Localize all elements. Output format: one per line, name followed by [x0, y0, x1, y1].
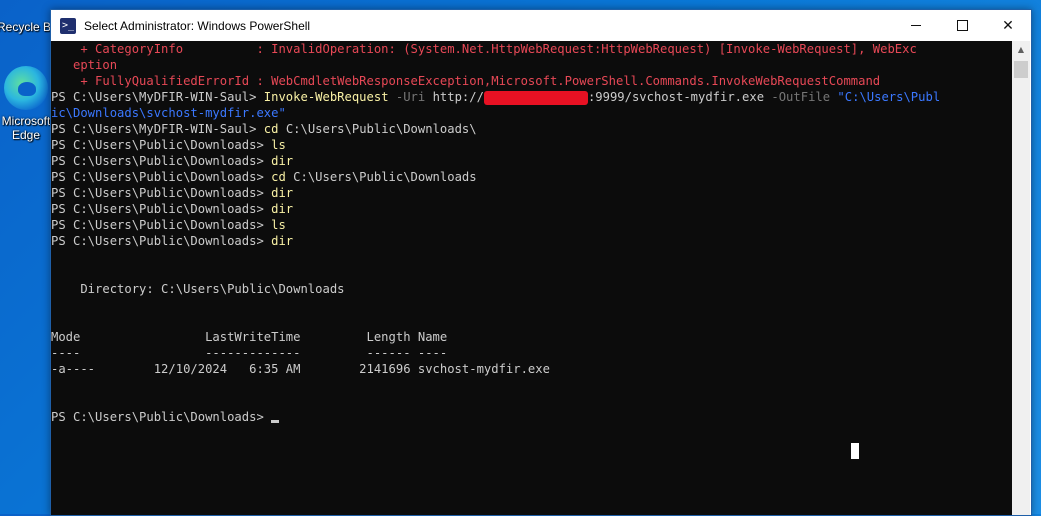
maximize-button[interactable] — [939, 10, 985, 41]
mouse-text-cursor — [851, 443, 859, 459]
command: dir — [271, 234, 294, 248]
prompt: PS C:\Users\MyDFIR-WIN-Saul> — [51, 90, 264, 104]
powershell-icon: >_ — [60, 17, 76, 34]
argument: C:\Users\Public\Downloads — [285, 170, 477, 184]
window-title: Select Administrator: Windows PowerShell — [84, 18, 311, 33]
command: ls — [271, 218, 286, 232]
console-line: + CategoryInfo : InvalidOperation: (Syst… — [51, 42, 917, 56]
console-line: PS C:\Users\Public\Downloads> ls — [51, 137, 1012, 153]
edge-label: Microsoft Edge — [1, 114, 51, 142]
prompt: PS C:\Users\Public\Downloads> — [51, 186, 272, 200]
command: Invoke-WebRequest — [263, 90, 389, 104]
prompt: PS C:\Users\Public\Downloads> — [51, 218, 272, 232]
prompt: PS C:\Users\Public\Downloads> — [51, 170, 272, 184]
redaction-mark — [483, 90, 588, 105]
console-line: PS C:\Users\Public\Downloads> dir — [51, 153, 1012, 169]
prompt: PS C:\Users\Public\Downloads> — [51, 154, 272, 168]
scrollbar-thumb[interactable] — [1014, 61, 1028, 78]
console-output[interactable]: + CategoryInfo : InvalidOperation: (Syst… — [51, 41, 1012, 515]
prompt: PS C:\Users\MyDFIR-WIN-Saul> — [51, 122, 264, 136]
close-button[interactable]: ✕ — [985, 10, 1031, 41]
edge-icon — [4, 66, 48, 110]
console-line: PS C:\Users\MyDFIR-WIN-Saul> Invoke-WebR… — [51, 89, 1012, 105]
prompt: PS C:\Users\Public\Downloads> — [51, 138, 272, 152]
recycle-bin-icon — [8, 0, 40, 18]
prompt: PS C:\Users\Public\Downloads> — [51, 410, 272, 424]
command: dir — [271, 186, 294, 200]
parameter: -Uri — [388, 90, 426, 104]
console-line: + FullyQualifiedErrorId : WebCmdletWebRe… — [51, 74, 881, 88]
command: ls — [271, 138, 286, 152]
desktop-icon-edge[interactable]: Microsoft Edge — [0, 66, 56, 142]
vertical-scrollbar[interactable]: ▲ — [1012, 41, 1030, 515]
console-line: PS C:\Users\Public\Downloads> dir — [51, 233, 1012, 249]
scroll-up-arrow-icon[interactable]: ▲ — [1012, 41, 1030, 58]
console-line: PS C:\Users\Public\Downloads> dir — [51, 185, 1012, 201]
column-header: Mode LastWriteTime Length Name — [51, 330, 448, 344]
url-part: http:// — [425, 90, 484, 104]
prompt: PS C:\Users\Public\Downloads> — [51, 234, 272, 248]
console-line: PS C:\Users\Public\Downloads> — [51, 409, 1012, 425]
text-cursor — [271, 420, 280, 423]
recycle-bin-label: Recycle B — [0, 20, 52, 34]
parameter: -OutFile — [764, 90, 831, 104]
console-line: eption — [51, 58, 118, 72]
desktop-icon-recycle-bin[interactable]: Recycle B — [0, 0, 54, 34]
directory-header: Directory: C:\Users\Public\Downloads — [51, 282, 345, 296]
console-line: PS C:\Users\Public\Downloads> cd C:\User… — [51, 169, 1012, 185]
command: cd — [271, 170, 286, 184]
command: dir — [271, 202, 294, 216]
command: dir — [271, 154, 294, 168]
console-line: PS C:\Users\Public\Downloads> ls — [51, 217, 1012, 233]
column-rule: ---- ------------- ------ ---- — [51, 346, 448, 360]
string-arg: "C:\Users\Publ — [830, 90, 941, 104]
argument: C:\Users\Public\Downloads\ — [278, 122, 477, 136]
powershell-window[interactable]: >_ Select Administrator: Windows PowerSh… — [50, 9, 1032, 516]
command: cd — [263, 122, 279, 136]
table-row: -a---- 12/10/2024 6:35 AM 2141696 svchos… — [51, 362, 550, 376]
minimize-button[interactable] — [893, 10, 939, 41]
console-line: PS C:\Users\MyDFIR-WIN-Saul> cd C:\Users… — [51, 121, 1012, 137]
prompt: PS C:\Users\Public\Downloads> — [51, 202, 272, 216]
title-bar[interactable]: >_ Select Administrator: Windows PowerSh… — [51, 10, 1031, 41]
url-part: :9999/svchost-mydfir.exe — [587, 90, 765, 104]
console-line: PS C:\Users\Public\Downloads> dir — [51, 201, 1012, 217]
console-line: ic\Downloads\svchost-mydfir.exe" — [51, 106, 286, 120]
